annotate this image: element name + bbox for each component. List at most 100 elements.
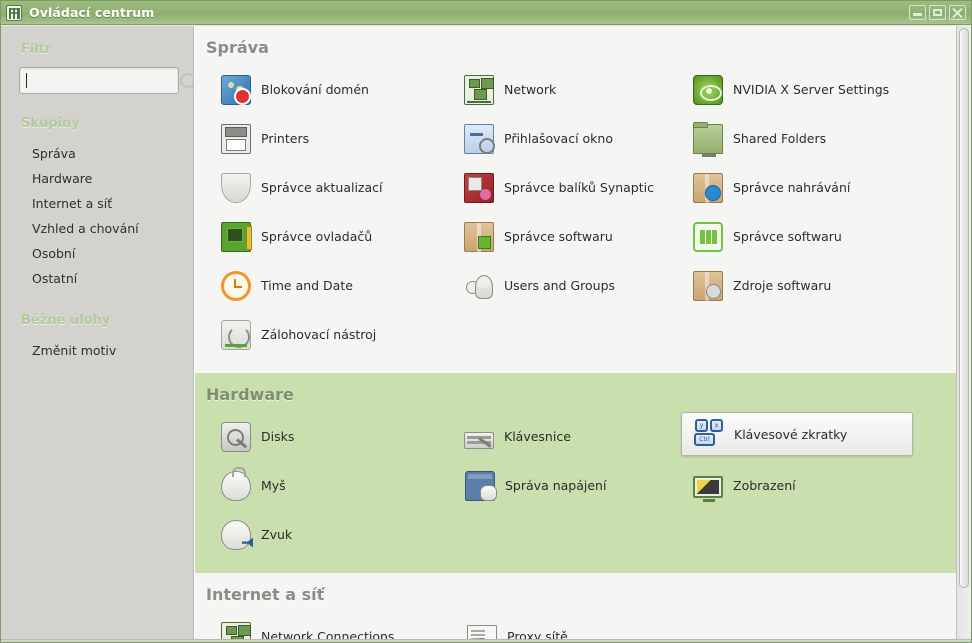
applet-spravce-softwaru-box[interactable]: Správce softwaru [460,212,689,261]
applet-label: Správce softwaru [733,229,842,244]
mouse-icon [221,466,251,501]
sidebar-item-ostatni[interactable]: Ostatní [1,266,193,291]
applet-proxy-site[interactable]: Proxy sítě [460,612,689,639]
tasks-heading: Běžné úlohy [21,313,111,328]
applet-time-and-date[interactable]: Time and Date [217,261,460,310]
section-title: Hardware [206,385,294,404]
login-window-icon [464,123,495,154]
scrollbar-thumb[interactable] [959,28,969,588]
close-button[interactable] [949,5,966,20]
applet-klavesnice[interactable]: Klávesnice [460,412,689,461]
applet-spravce-baliku-synaptic[interactable]: Správce balíků Synaptic [460,163,689,212]
sidebar-item-osobni[interactable]: Osobní [1,241,193,266]
applet-label: Správce softwaru [504,229,613,244]
window-title: Ovládací centrum [29,5,155,20]
applet-network-connections[interactable]: Network Connections [217,612,460,639]
disks-icon [221,421,251,452]
applet-spravce-ovladacu[interactable]: Správce ovladačů [217,212,460,261]
applet-label: Network Connections [261,629,395,639]
sidebar-item-sprava[interactable]: Správa [1,141,193,166]
applet-nvidia-x-server-settings[interactable]: NVIDIA X Server Settings [689,65,956,114]
sound-icon [221,519,251,550]
window-body: Filtr Skupiny Správa Hardware Internet a… [1,25,971,639]
applet-label: Zdroje softwaru [733,278,832,293]
sidebar-item-vzhled[interactable]: Vzhled a chování [1,216,193,241]
applet-zobrazeni[interactable]: Zobrazení [689,461,956,510]
minimize-button[interactable] [909,5,926,20]
applet-label: Myš [261,478,286,493]
applet-spravce-nahravani[interactable]: Správce nahrávání [689,163,956,212]
maximize-button[interactable] [929,5,946,20]
applet-label: Klávesnice [504,429,571,444]
main-outer: Správa Blokování domén Network NVIDIA X … [194,26,971,639]
applet-zvuk[interactable]: Zvuk [217,510,460,559]
applet-label: Proxy sítě [507,629,568,639]
applet-blokovani-domen[interactable]: Blokování domén [217,65,460,114]
applet-sprava-napajeni[interactable]: Správa napájení [460,461,689,510]
section-sprava: Správa Blokování domén Network NVIDIA X … [195,26,956,373]
applet-label: Zvuk [261,527,293,542]
section-grid: Network Connections Proxy sítě [195,606,956,639]
filter-box[interactable] [19,67,193,94]
applet-label: NVIDIA X Server Settings [733,82,890,97]
filter-heading: Filtr [21,42,52,57]
nvidia-icon [693,74,723,105]
display-icon [693,476,723,502]
mint-software-manager-icon [693,221,723,252]
window-controls [909,5,968,20]
applet-network[interactable]: Network [460,65,689,114]
keyboard-icon [464,431,494,449]
backup-tool-icon [221,319,251,350]
applet-printers[interactable]: Printers [217,114,460,163]
power-management-icon [465,470,497,501]
domain-blocker-icon [221,74,251,105]
sidebar-item-internet[interactable]: Internet a síť [1,191,193,216]
section-grid: Disks Klávesnice y x Ctrl Klávesové zkra… [195,406,956,573]
applet-label: Printers [261,131,310,146]
network-icon [464,74,494,105]
applet-label: Správa napájení [505,478,607,493]
proxy-icon [467,624,497,639]
clock-icon [221,270,251,301]
applet-zalohovaci-nastroj[interactable]: Zálohovací nástroj [217,310,460,359]
titlebar[interactable]: Ovládací centrum [1,1,971,25]
applet-spravce-aktualizaci[interactable]: Správce aktualizací [217,163,460,212]
applet-label: Time and Date [261,278,353,293]
applet-label: Klávesové zkratky [734,426,848,442]
applet-label: Blokování domén [261,82,369,97]
applet-label: Správce ovladačů [261,229,373,244]
sidebar-item-zmenit-motiv[interactable]: Změnit motiv [1,338,193,363]
driver-manager-chip-icon [221,221,252,252]
synaptic-icon [464,172,494,203]
applet-label: Správce nahrávání [733,180,851,195]
applet-disks[interactable]: Disks [217,412,460,461]
applet-label: Users and Groups [504,278,616,293]
section-hardware: Hardware Disks Klávesnice y x Ctrl Kláve… [195,373,956,573]
sidebar-item-hardware[interactable]: Hardware [1,166,193,191]
section-grid: Blokování domén Network NVIDIA X Server … [195,59,956,373]
applet-spravce-softwaru-mint[interactable]: Správce softwaru [689,212,956,261]
printer-icon [221,123,251,154]
applet-label: Správce aktualizací [261,180,383,195]
applet-label: Shared Folders [733,131,827,146]
shared-folders-icon [693,121,723,157]
applet-prihlasovaci-okno[interactable]: Přihlašovací okno [460,114,689,163]
upload-manager-icon [693,172,723,204]
software-manager-box-icon [464,221,494,253]
applet-users-and-groups[interactable]: Users and Groups [460,261,689,310]
update-manager-shield-icon [221,172,251,203]
section-title: Internet a síť [206,585,325,604]
window-bottom-rail [1,639,971,642]
filter-input[interactable] [27,73,179,88]
section-title: Správa [206,38,269,57]
applet-zdroje-softwaru[interactable]: Zdroje softwaru [689,261,956,310]
applet-label: Network [504,82,557,97]
vertical-scrollbar[interactable] [956,26,971,639]
applet-label: Přihlašovací okno [504,131,613,146]
key-cap-y: y [695,419,708,432]
keyboard-shortcuts-icon: y x Ctrl [694,419,724,449]
applet-mys[interactable]: Myš [217,461,460,510]
applet-shared-folders[interactable]: Shared Folders [689,114,956,163]
applet-klavesove-zkratky[interactable]: y x Ctrl Klávesové zkratky [681,412,913,456]
sidebar: Filtr Skupiny Správa Hardware Internet a… [1,26,194,639]
